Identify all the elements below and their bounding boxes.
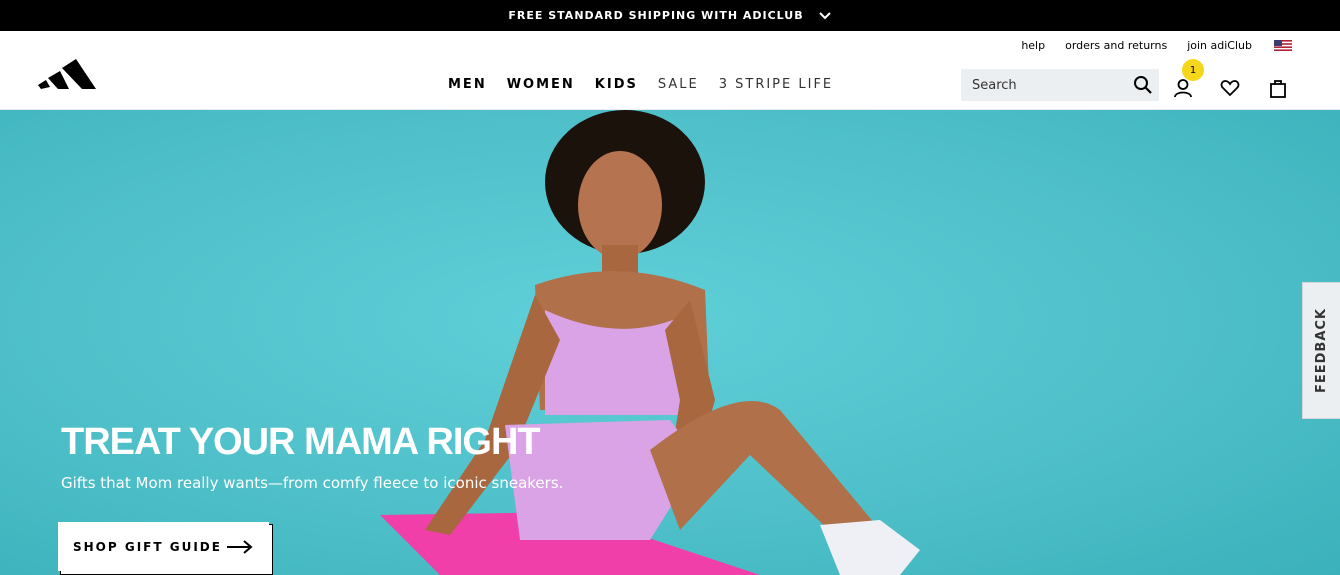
hero-model-image (380, 110, 920, 575)
join-adiclub-link[interactable]: join adiClub (1187, 39, 1252, 52)
shop-gift-guide-button[interactable]: SHOP GIFT GUIDE (58, 522, 269, 571)
account-badge: 1 (1182, 59, 1204, 81)
hero-banner[interactable]: TREAT YOUR MAMA RIGHT Gifts that Mom rea… (0, 110, 1340, 575)
hero-title: TREAT YOUR MAMA RIGHT (61, 421, 541, 463)
cta-label: SHOP GIFT GUIDE (73, 539, 222, 554)
main-navigation: MEN WOMEN KIDS SALE 3 STRIPE LIFE (448, 77, 853, 92)
nav-women[interactable]: WOMEN (507, 77, 575, 92)
heart-icon[interactable] (1219, 77, 1241, 99)
nav-sale[interactable]: SALE (658, 77, 699, 92)
promo-banner[interactable]: FREE STANDARD SHIPPING WITH ADICLUB (0, 0, 1340, 31)
help-link[interactable]: help (1021, 39, 1045, 52)
search-input[interactable] (972, 77, 1122, 93)
shopping-bag-icon[interactable] (1267, 77, 1289, 99)
adidas-logo[interactable] (36, 53, 98, 93)
feedback-label: FEEDBACK (1314, 307, 1329, 394)
feedback-tab[interactable]: FEEDBACK (1302, 282, 1340, 419)
promo-text: FREE STANDARD SHIPPING WITH ADICLUB (508, 9, 804, 22)
orders-returns-link[interactable]: orders and returns (1065, 39, 1167, 52)
utility-links: help orders and returns join adiClub (1001, 39, 1292, 52)
site-header: help orders and returns join adiClub MEN… (0, 31, 1340, 110)
nav-kids[interactable]: KIDS (595, 77, 638, 92)
us-flag-icon[interactable] (1274, 40, 1292, 51)
chevron-down-icon[interactable] (818, 9, 832, 23)
hero-subtitle: Gifts that Mom really wants—from comfy f… (61, 474, 564, 492)
search-box (961, 69, 1159, 101)
search-icon[interactable] (1133, 75, 1153, 95)
arrow-right-icon (227, 540, 253, 554)
nav-3-stripe-life[interactable]: 3 STRIPE LIFE (719, 77, 833, 92)
nav-men[interactable]: MEN (448, 77, 487, 92)
